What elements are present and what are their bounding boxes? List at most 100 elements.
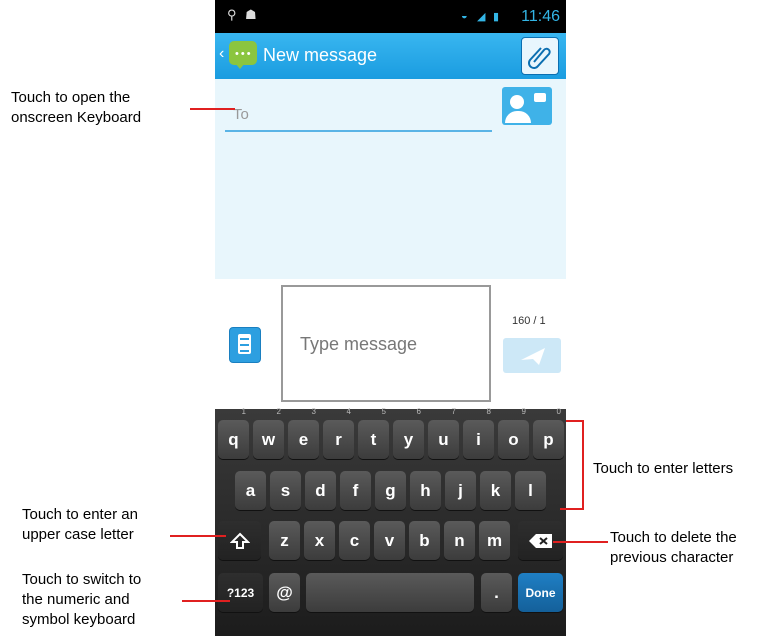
key-l-label: l xyxy=(528,481,533,500)
key-u-label: u xyxy=(438,430,449,449)
android-notification-icon: ☗ xyxy=(245,7,257,22)
key-z[interactable]: z xyxy=(269,521,300,560)
done-key[interactable]: Done xyxy=(518,573,563,612)
symbols-key-label: ?123 xyxy=(226,586,255,600)
template-button[interactable] xyxy=(229,327,261,363)
key-m-label: m xyxy=(486,531,503,550)
key-number-hint: 1 xyxy=(241,407,246,416)
key-t[interactable]: t5 xyxy=(358,407,389,459)
key-e[interactable]: e3 xyxy=(288,407,319,459)
callout-bracket-bottom xyxy=(560,508,584,510)
shift-arrow-icon xyxy=(229,532,250,549)
key-number-hint: 7 xyxy=(451,407,456,416)
key-a[interactable]: a xyxy=(235,471,266,510)
page-title: New message xyxy=(263,45,378,65)
key-e-label: e xyxy=(298,430,309,449)
key-x-label: x xyxy=(314,531,325,550)
period-key-label: . xyxy=(494,583,499,602)
key-f-label: f xyxy=(352,481,359,500)
callout-open-keyboard: Touch to open the onscreen Keyboard xyxy=(11,89,142,126)
key-c-label: c xyxy=(349,531,360,550)
space-key[interactable] xyxy=(306,573,474,612)
callout-line xyxy=(170,535,226,537)
key-m[interactable]: m xyxy=(479,521,510,560)
key-j[interactable]: j xyxy=(445,471,476,510)
send-button[interactable] xyxy=(503,338,561,373)
key-y-label: y xyxy=(403,430,414,449)
callout-enter-letters: Touch to enter letters xyxy=(593,460,734,477)
key-n-label: n xyxy=(454,531,465,550)
callout-switch-symbols: Touch to switch to the numeric and symbo… xyxy=(22,571,142,628)
key-k-label: k xyxy=(490,481,501,500)
done-key-label: Done xyxy=(525,586,556,600)
key-r-label: r xyxy=(335,430,342,449)
key-x[interactable]: x xyxy=(304,521,335,560)
key-number-hint: 4 xyxy=(346,407,351,416)
period-key[interactable]: . xyxy=(481,573,512,612)
key-number-hint: 0 xyxy=(556,407,561,416)
message-placeholder: Type message xyxy=(300,334,418,354)
status-bar: ⚲ ☗ ◒ ◢ ▮ 11:46 xyxy=(215,0,566,33)
key-q-label: q xyxy=(228,430,239,449)
key-g[interactable]: g xyxy=(375,471,406,510)
symbols-key[interactable]: ?123 xyxy=(218,573,263,612)
key-number-hint: 9 xyxy=(521,407,526,416)
key-r[interactable]: r4 xyxy=(323,407,354,459)
to-field[interactable] xyxy=(225,98,492,132)
callout-line xyxy=(182,600,230,602)
backspace-icon xyxy=(528,534,552,548)
key-v-label: v xyxy=(384,531,395,550)
key-d[interactable]: d xyxy=(305,471,336,510)
key-n[interactable]: n xyxy=(444,521,475,560)
callout-line xyxy=(190,108,235,110)
key-q[interactable]: q1 xyxy=(218,407,249,459)
message-field[interactable]: Type message xyxy=(281,285,491,402)
key-number-hint: 8 xyxy=(486,407,491,416)
callout-upper-case: Touch to enter an upper case letter xyxy=(22,506,138,543)
key-t-label: t xyxy=(370,430,377,449)
contacts-button[interactable] xyxy=(502,87,552,125)
back-chevron-icon[interactable]: ‹ xyxy=(219,45,224,63)
onscreen-keyboard: q 1 w 2 e 3 r 4 t 5 y 6 u 7 i 8 o 9 p 0 a s d f g h j k l z x c v b n m ?123… xyxy=(215,407,566,636)
key-p[interactable]: p0 xyxy=(533,407,564,459)
at-key[interactable]: @ xyxy=(269,573,300,612)
callout-delete-char: Touch to delete the previous character xyxy=(610,529,737,566)
key-a-label: a xyxy=(245,481,256,500)
key-s[interactable]: s xyxy=(270,471,301,510)
key-i-label: i xyxy=(476,430,481,449)
key-o[interactable]: o9 xyxy=(498,407,529,459)
key-f[interactable]: f xyxy=(340,471,371,510)
signal-icon: ◢ xyxy=(477,11,486,23)
key-o-label: o xyxy=(508,430,519,449)
key-i[interactable]: i8 xyxy=(463,407,494,459)
at-key-label: @ xyxy=(276,583,293,602)
key-number-hint: 6 xyxy=(416,407,421,416)
usb-icon: ⚲ xyxy=(227,7,237,22)
key-c[interactable]: c xyxy=(339,521,370,560)
key-v[interactable]: v xyxy=(374,521,405,560)
wifi-icon: ◒ xyxy=(461,10,468,22)
status-time: 11:46 xyxy=(521,8,560,25)
shift-key[interactable] xyxy=(218,521,261,560)
key-number-hint: 3 xyxy=(311,407,316,416)
battery-icon: ▮ xyxy=(493,11,500,23)
key-l[interactable]: l xyxy=(515,471,546,510)
key-w[interactable]: w2 xyxy=(253,407,284,459)
message-compose-area: Type message 160 / 1 xyxy=(215,279,566,409)
send-icon xyxy=(521,348,545,365)
key-h[interactable]: h xyxy=(410,471,441,510)
attach-button[interactable] xyxy=(521,37,559,75)
key-y[interactable]: y6 xyxy=(393,407,424,459)
contact-person-icon xyxy=(510,95,524,109)
messaging-app-icon[interactable]: ••• xyxy=(229,41,257,69)
key-p-label: p xyxy=(543,430,554,449)
key-b[interactable]: b xyxy=(409,521,440,560)
key-h-label: h xyxy=(420,481,431,500)
key-b-label: b xyxy=(419,531,430,550)
document-icon xyxy=(238,334,251,354)
key-u[interactable]: u7 xyxy=(428,407,459,459)
action-bar: ‹ ••• New message xyxy=(215,33,566,79)
key-k[interactable]: k xyxy=(480,471,511,510)
key-s-label: s xyxy=(280,481,291,500)
phone-screen: ⚲ ☗ ◒ ◢ ▮ 11:46 ‹ ••• New message Type m… xyxy=(215,0,566,636)
